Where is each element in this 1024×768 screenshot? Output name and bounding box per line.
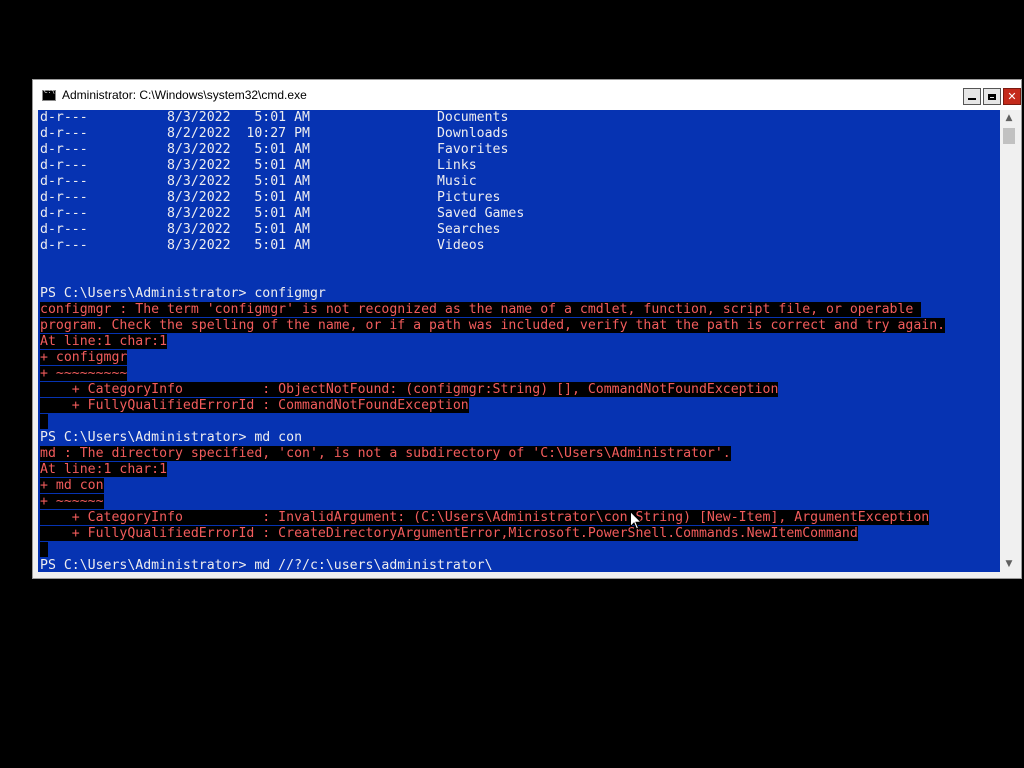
- console-line: md : The directory specified, 'con', is …: [40, 446, 945, 462]
- error-text: + FullyQualifiedErrorId : CommandNotFoun…: [40, 398, 469, 413]
- output-text: d-r--- 8/3/2022 5:01 AM Saved Games: [40, 206, 525, 221]
- error-text: + configmgr: [40, 350, 128, 365]
- output-text: d-r--- 8/3/2022 5:01 AM Pictures: [40, 190, 501, 205]
- console-line: + ~~~~~~: [40, 494, 945, 510]
- console-line: d-r--- 8/2/2022 10:27 PM Downloads: [40, 126, 945, 142]
- console-line: [40, 542, 945, 558]
- scroll-down-icon: ▼: [1005, 559, 1013, 569]
- console-line: + ~~~~~~~~~: [40, 366, 945, 382]
- error-text: At line:1 char:1: [40, 334, 168, 349]
- console-line: d-r--- 8/3/2022 5:01 AM Favorites: [40, 142, 945, 158]
- console-line: At line:1 char:1: [40, 334, 945, 350]
- error-text: + CategoryInfo : ObjectNotFound: (config…: [40, 382, 779, 397]
- maximize-button[interactable]: [983, 88, 1001, 105]
- close-button[interactable]: ✕: [1003, 88, 1021, 105]
- maximize-icon: [988, 93, 996, 100]
- scroll-up-button[interactable]: ▲: [1000, 110, 1018, 126]
- console-line: At line:1 char:1: [40, 462, 945, 478]
- error-text: + ~~~~~~~~~: [40, 366, 128, 381]
- error-text: md : The directory specified, 'con', is …: [40, 446, 731, 461]
- console-line: + configmgr: [40, 350, 945, 366]
- console-line: + CategoryInfo : InvalidArgument: (C:\Us…: [40, 510, 945, 526]
- console-line: d-r--- 8/3/2022 5:01 AM Documents: [40, 110, 945, 126]
- console-line: + FullyQualifiedErrorId : CommandNotFoun…: [40, 398, 945, 414]
- title-bar[interactable]: Administrator: C:\Windows\system32\cmd.e…: [33, 80, 1021, 110]
- console-lines: d-r--- 8/3/2022 5:01 AM Documents d-r--- …: [40, 110, 946, 572]
- output-text: d-r--- 8/3/2022 5:01 AM Favorites: [40, 142, 509, 157]
- console-output[interactable]: d-r--- 8/3/2022 5:01 AM Documents d-r--- …: [38, 110, 1000, 572]
- output-text: PS C:\Users\Administrator> md con: [40, 430, 303, 445]
- output-text: PS C:\Users\Administrator> md //?/c:\use…: [40, 558, 493, 572]
- console-line: d-r--- 8/3/2022 5:01 AM Pictures: [40, 190, 945, 206]
- console-line: [40, 414, 945, 430]
- console-line: d-r--- 8/3/2022 5:01 AM Videos: [40, 238, 945, 254]
- error-text: + md con: [40, 478, 104, 493]
- console-line: PS C:\Users\Administrator> md con: [40, 430, 945, 446]
- console-line: d-r--- 8/3/2022 5:01 AM Saved Games: [40, 206, 945, 222]
- error-text: [40, 414, 48, 429]
- console-line: d-r--- 8/3/2022 5:01 AM Searches: [40, 222, 945, 238]
- cmd-icon: [42, 88, 56, 101]
- output-text: d-r--- 8/3/2022 5:01 AM Links: [40, 158, 477, 173]
- scroll-down-button[interactable]: ▼: [1000, 556, 1018, 572]
- console-line: configmgr : The term 'configmgr' is not …: [40, 302, 945, 318]
- error-text: + FullyQualifiedErrorId : CreateDirector…: [40, 526, 858, 541]
- console-line: d-r--- 8/3/2022 5:01 AM Links: [40, 158, 945, 174]
- error-text: configmgr : The term 'configmgr' is not …: [40, 302, 922, 317]
- window-controls: ✕: [963, 88, 1021, 105]
- error-text: At line:1 char:1: [40, 462, 168, 477]
- console-line: + FullyQualifiedErrorId : CreateDirector…: [40, 526, 945, 542]
- close-icon: ✕: [1007, 90, 1017, 103]
- console-line: + md con: [40, 478, 945, 494]
- console-line: PS C:\Users\Administrator> configmgr: [40, 286, 945, 302]
- output-text: d-r--- 8/2/2022 10:27 PM Downloads: [40, 126, 509, 141]
- output-text: d-r--- 8/3/2022 5:01 AM Documents: [40, 110, 509, 125]
- error-text: + ~~~~~~: [40, 494, 104, 509]
- console-window[interactable]: Administrator: C:\Windows\system32\cmd.e…: [32, 79, 1022, 579]
- error-text: + CategoryInfo : InvalidArgument: (C:\Us…: [40, 510, 930, 525]
- console-line: program. Check the spelling of the name,…: [40, 318, 946, 334]
- minimize-button[interactable]: [963, 88, 981, 105]
- console-line: d-r--- 8/3/2022 5:01 AM Music: [40, 174, 945, 190]
- error-text: program. Check the spelling of the name,…: [40, 318, 946, 333]
- output-text: d-r--- 8/3/2022 5:01 AM Searches: [40, 222, 501, 237]
- console-line: PS C:\Users\Administrator> md //?/c:\use…: [40, 558, 945, 572]
- window-title: Administrator: C:\Windows\system32\cmd.e…: [62, 88, 307, 102]
- output-text: d-r--- 8/3/2022 5:01 AM Videos: [40, 238, 485, 253]
- vertical-scrollbar[interactable]: ▲ ▼: [1000, 110, 1018, 572]
- scroll-up-icon: ▲: [1005, 113, 1013, 123]
- scroll-thumb[interactable]: [1003, 128, 1015, 144]
- output-text: PS C:\Users\Administrator> configmgr: [40, 286, 326, 301]
- minimize-icon: [968, 97, 976, 100]
- output-text: d-r--- 8/3/2022 5:01 AM Music: [40, 174, 477, 189]
- error-text: [40, 542, 48, 557]
- console-line: + CategoryInfo : ObjectNotFound: (config…: [40, 382, 945, 398]
